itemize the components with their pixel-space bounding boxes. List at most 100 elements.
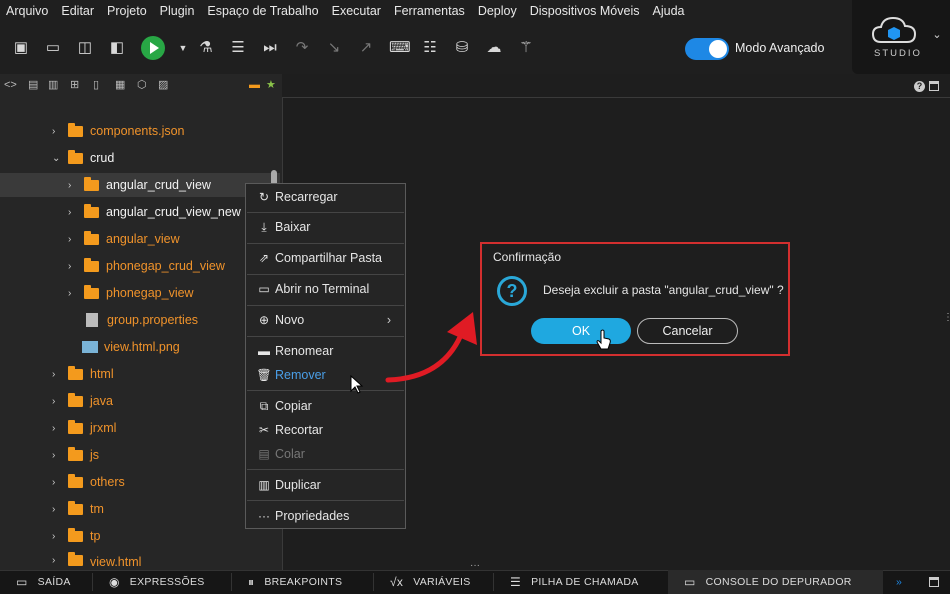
more-tabs-icon[interactable]: »: [896, 570, 902, 594]
tree-item[interactable]: › view.html: [52, 551, 141, 570]
tree-item[interactable]: › phonegap_crud_view: [68, 254, 225, 278]
menu-separator: [247, 274, 404, 275]
menu-executar[interactable]: Executar: [332, 4, 381, 18]
tree-item[interactable]: › phonegap_view: [68, 281, 194, 305]
menu-item-rename[interactable]: ▬ Renomear: [246, 339, 405, 363]
drag-handle-icon[interactable]: ⋮: [943, 312, 950, 323]
chevron-right-icon[interactable]: ›: [52, 396, 64, 407]
flask-icon[interactable]: ⚗: [197, 39, 215, 57]
tree-item[interactable]: › html: [52, 362, 114, 386]
chevron-right-icon[interactable]: ›: [52, 531, 64, 542]
file-icon[interactable]: ▤: [28, 79, 39, 92]
tree-item-selected[interactable]: › angular_crud_view: [0, 173, 280, 197]
cloud-upload-icon[interactable]: ☁: [485, 39, 503, 57]
step-over-icon[interactable]: ↷: [293, 39, 311, 57]
tab-expressions[interactable]: ◉ EXPRESSÕES: [109, 570, 205, 594]
mobile-icon[interactable]: ▯: [93, 79, 104, 92]
chevron-right-icon[interactable]: ›: [68, 234, 80, 245]
chevron-right-icon[interactable]: ›: [52, 477, 64, 488]
menu-item-new[interactable]: ⊕ Novo ›: [246, 308, 405, 332]
tree-item[interactable]: › tm: [52, 497, 104, 521]
tab-call-stack[interactable]: ☰ PILHA DE CHAMADA: [510, 570, 639, 594]
menu-item-open-terminal[interactable]: ▭ Abrir no Terminal: [246, 277, 405, 301]
chevron-right-icon[interactable]: ›: [52, 423, 64, 434]
menu-deploy[interactable]: Deploy: [478, 4, 517, 18]
tree-item[interactable]: › components.json: [52, 119, 185, 143]
folder-filter-icon[interactable]: ▬: [249, 79, 260, 92]
favorite-star-icon[interactable]: ★: [266, 79, 277, 92]
tab-output[interactable]: ▭ SAÍDA: [16, 570, 71, 594]
step-into-icon[interactable]: ↘: [325, 39, 343, 57]
terminal-icon[interactable]: ⌨: [389, 39, 411, 57]
menu-plugin[interactable]: Plugin: [160, 4, 195, 18]
maximize-icon[interactable]: [929, 81, 939, 91]
tree-item-label: html: [90, 367, 114, 381]
html5-icon[interactable]: ⬡: [137, 79, 148, 92]
tree-item[interactable]: › java: [52, 389, 113, 413]
menu-item-label: Copiar: [275, 399, 312, 413]
step-end-icon[interactable]: ⏭: [261, 39, 279, 57]
checklist-icon[interactable]: ☰: [229, 39, 247, 57]
cancel-button[interactable]: Cancelar: [637, 318, 738, 344]
code-icon[interactable]: <>: [4, 79, 17, 92]
menu-item-properties[interactable]: ··· Propriedades: [246, 504, 405, 528]
chevron-down-icon[interactable]: ⌄: [52, 153, 64, 164]
chevron-right-icon[interactable]: ›: [52, 450, 64, 461]
tree-item[interactable]: › tp: [52, 524, 100, 548]
components-icon[interactable]: ▥: [48, 79, 59, 92]
tree-item[interactable]: › angular_crud_view_new: [68, 200, 241, 224]
folder-icon: [68, 500, 83, 515]
tab-debug-console[interactable]: ▭ CONSOLE DO DEPURADOR: [668, 570, 883, 594]
menu-arquivo[interactable]: Arquivo: [6, 4, 48, 18]
tree-item[interactable]: › jrxml: [52, 416, 116, 440]
menu-dispositivos-moveis[interactable]: Dispositivos Móveis: [530, 4, 640, 18]
chevron-right-icon[interactable]: ›: [68, 261, 80, 272]
server-icon[interactable]: ▦: [115, 79, 126, 92]
save-all-icon[interactable]: ◧: [108, 39, 126, 57]
hierarchy-icon[interactable]: ⊞: [70, 79, 81, 92]
tab-breakpoints[interactable]: ⏸ BREAKPOINTS: [248, 570, 342, 594]
menu-item-remove[interactable]: 🗑 Remover: [246, 363, 405, 387]
menu-item-share-folder[interactable]: ⇗ Compartilhar Pasta: [246, 246, 405, 270]
tree-item[interactable]: › angular_view: [68, 227, 180, 251]
new-file-icon[interactable]: ▣: [12, 39, 30, 57]
tree-item[interactable]: view.html.png: [80, 335, 180, 359]
tree-item[interactable]: ⌄ crud: [52, 146, 114, 170]
chevron-right-icon[interactable]: ›: [52, 369, 64, 380]
magic-wand-icon[interactable]: ⚚: [517, 39, 535, 57]
tree-item[interactable]: › others: [52, 470, 125, 494]
database-icon[interactable]: ⛁: [453, 39, 471, 57]
menu-item-duplicate[interactable]: ▥ Duplicar: [246, 473, 405, 497]
run-button[interactable]: [141, 36, 165, 60]
help-icon[interactable]: ?: [914, 81, 925, 92]
menu-item-cut[interactable]: ✂ Recortar: [246, 418, 405, 442]
chevron-right-icon[interactable]: ›: [52, 555, 64, 566]
menu-ajuda[interactable]: Ajuda: [653, 4, 685, 18]
chevron-right-icon[interactable]: ›: [52, 126, 64, 137]
tab-variables[interactable]: √x VARIÁVEIS: [390, 570, 471, 594]
menu-editar[interactable]: Editar: [61, 4, 94, 18]
menu-item-download[interactable]: ⤓ Baixar: [246, 215, 405, 239]
menu-item-copy[interactable]: ⧉ Copiar: [246, 394, 405, 418]
menu-projeto[interactable]: Projeto: [107, 4, 147, 18]
tree-item[interactable]: group.properties: [84, 308, 198, 332]
run-dropdown-icon[interactable]: ▼: [174, 39, 192, 57]
menu-item-paste[interactable]: ▤ Colar: [246, 442, 405, 466]
save-icon[interactable]: ◫: [76, 39, 94, 57]
chevron-right-icon[interactable]: ›: [52, 504, 64, 515]
folder-tree-icon[interactable]: ▨: [158, 79, 169, 92]
open-folder-icon[interactable]: ▭: [44, 39, 62, 57]
chevron-down-icon[interactable]: ⌄: [928, 26, 946, 44]
maximize-panel-icon[interactable]: [929, 577, 939, 587]
search-list-icon[interactable]: ☷: [421, 39, 439, 57]
advanced-mode-toggle[interactable]: [685, 38, 729, 60]
menu-espaco-de-trabalho[interactable]: Espaço de Trabalho: [207, 4, 318, 18]
ok-button[interactable]: OK: [531, 318, 631, 344]
chevron-right-icon[interactable]: ›: [68, 288, 80, 299]
chevron-right-icon[interactable]: ›: [68, 180, 80, 191]
menu-item-reload[interactable]: ↻ Recarregar: [246, 185, 405, 209]
menu-ferramentas[interactable]: Ferramentas: [394, 4, 465, 18]
step-out-icon[interactable]: ↗: [357, 39, 375, 57]
tree-item[interactable]: › js: [52, 443, 99, 467]
chevron-right-icon[interactable]: ›: [68, 207, 80, 218]
